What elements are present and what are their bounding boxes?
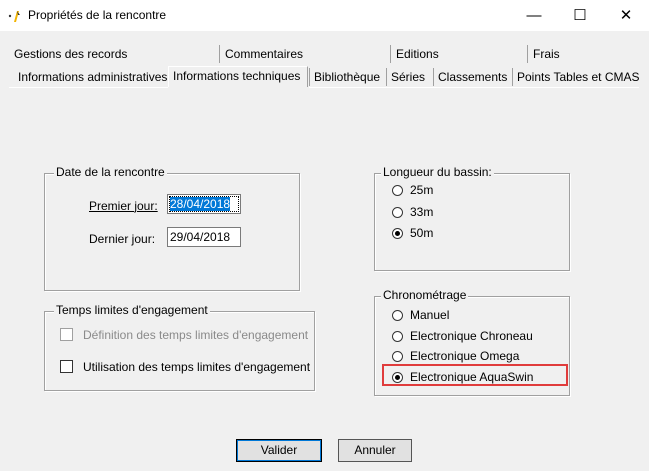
- title-bar: Propriétés de la rencontre — ☐ ✕: [0, 0, 649, 31]
- cancel-button[interactable]: Annuler: [338, 439, 412, 462]
- tab-separator: [219, 45, 220, 63]
- time-limits-title: Temps limites d'engagement: [54, 303, 210, 317]
- tab-gestions-records[interactable]: Gestions des records: [10, 45, 220, 63]
- dialog-body: Gestions des records Commentaires Editio…: [0, 31, 649, 471]
- window-title: Propriétés de la rencontre: [28, 8, 167, 22]
- first-day-value: 28/04/2018: [170, 197, 231, 211]
- minimize-button[interactable]: —: [511, 0, 557, 31]
- pool-50m-label[interactable]: 50m: [410, 226, 433, 240]
- tab-bibliotheque[interactable]: Bibliothèque: [310, 68, 386, 86]
- close-button[interactable]: ✕: [603, 0, 649, 31]
- maximize-button[interactable]: ☐: [557, 0, 603, 31]
- tab-separator: [390, 45, 391, 63]
- validate-button[interactable]: Valider: [236, 439, 322, 462]
- last-day-input[interactable]: 29/04/2018: [167, 227, 241, 247]
- usage-limits-checkbox[interactable]: [60, 360, 73, 373]
- timing-omega-radio[interactable]: [392, 351, 403, 362]
- last-day-value: 29/04/2018: [170, 230, 231, 244]
- pool-25m-radio[interactable]: [392, 185, 403, 196]
- timing-title: Chronométrage: [381, 288, 469, 302]
- timing-chroneau-label[interactable]: Electronique Chroneau: [410, 329, 533, 343]
- pool-length-group: [374, 173, 570, 271]
- timing-manual-label[interactable]: Manuel: [410, 308, 449, 322]
- tab-baseline: [309, 87, 639, 88]
- radio-selected-dot: [395, 231, 400, 236]
- annotation-highlight-box: [382, 364, 568, 386]
- tab-editions[interactable]: Editions: [392, 45, 528, 63]
- last-day-label: Dernier jour:: [89, 232, 156, 246]
- first-day-input[interactable]: 28/04/2018: [167, 194, 241, 214]
- usage-limits-label[interactable]: Utilisation des temps limites d'engageme…: [83, 360, 310, 374]
- definition-limits-checkbox[interactable]: [60, 328, 73, 341]
- timing-chroneau-radio[interactable]: [392, 331, 403, 342]
- maximize-icon: ☐: [573, 7, 587, 24]
- tab-commentaires[interactable]: Commentaires: [221, 45, 391, 63]
- tab-series[interactable]: Séries: [387, 68, 433, 86]
- tab-informations-techniques[interactable]: Informations techniques: [168, 66, 308, 87]
- pool-33m-label[interactable]: 33m: [410, 205, 433, 219]
- pool-length-title: Longueur du bassin:: [381, 165, 494, 179]
- tab-points-tables-cmas[interactable]: Points Tables et CMAS: [513, 68, 640, 86]
- tab-informations-administratives[interactable]: Informations administratives: [14, 68, 174, 86]
- timing-omega-label[interactable]: Electronique Omega: [410, 349, 519, 363]
- tab-separator: [527, 45, 528, 63]
- pool-50m-radio[interactable]: [392, 228, 403, 239]
- pool-33m-radio[interactable]: [392, 207, 403, 218]
- close-icon: ✕: [619, 7, 633, 24]
- app-icon: [8, 11, 20, 22]
- tab-frais[interactable]: Frais: [529, 45, 629, 63]
- tab-baseline: [9, 87, 168, 88]
- pool-25m-label[interactable]: 25m: [410, 183, 433, 197]
- time-limits-group: [44, 311, 315, 391]
- minimize-icon: —: [526, 7, 542, 24]
- date-group-title: Date de la rencontre: [54, 165, 167, 179]
- first-day-label: Premier jour:: [89, 199, 158, 213]
- definition-limits-label: Définition des temps limites d'engagemen…: [83, 328, 309, 342]
- timing-manual-radio[interactable]: [392, 310, 403, 321]
- tab-classements[interactable]: Classements: [434, 68, 512, 86]
